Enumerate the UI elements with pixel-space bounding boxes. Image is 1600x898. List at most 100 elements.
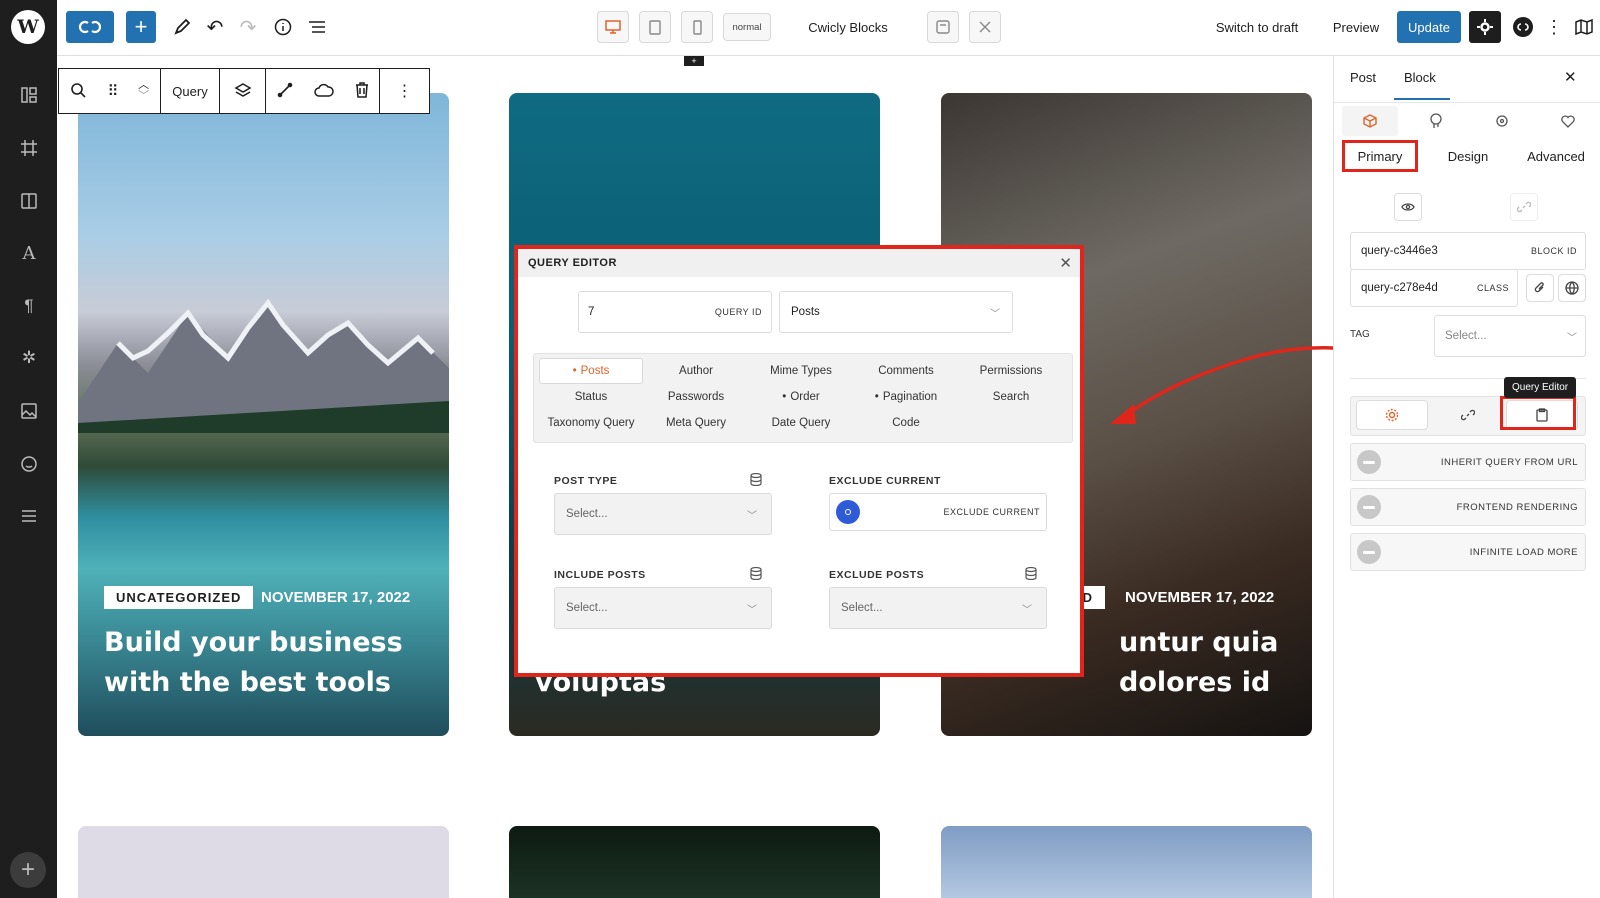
modal-header: QUERY EDITOR ✕ <box>518 249 1080 277</box>
tab-code[interactable]: Code <box>854 410 958 436</box>
toggle-knob-icon[interactable] <box>836 500 860 524</box>
info-icon[interactable] <box>268 12 298 42</box>
tab-author[interactable]: Author <box>644 358 748 384</box>
query-settings-gear-icon[interactable] <box>1356 400 1428 430</box>
typography-icon[interactable]: A <box>16 240 42 266</box>
redo-icon[interactable]: ↷ <box>233 12 263 42</box>
tab-block[interactable]: Block <box>1404 70 1436 85</box>
database-icon[interactable] <box>1025 567 1037 580</box>
device-mode-select[interactable]: normal <box>723 13 771 41</box>
mobile-view-button[interactable] <box>681 11 713 43</box>
class-field[interactable]: query-c278e4d CLASS <box>1350 269 1518 307</box>
tools-icon[interactable] <box>969 11 1001 43</box>
heart-icon[interactable] <box>1540 106 1596 136</box>
trash-icon[interactable] <box>355 81 369 101</box>
tab-status[interactable]: Status <box>539 384 643 410</box>
tab-pagination[interactable]: • Pagination <box>854 384 958 410</box>
frontend-rendering-toggle[interactable]: FRONTEND RENDERING <box>1350 488 1586 526</box>
paragraph-icon[interactable]: ¶ <box>16 293 42 319</box>
category-badge[interactable]: UNCATEGORIZED <box>104 586 254 609</box>
tab-search[interactable]: Search <box>959 384 1063 410</box>
smiley-icon[interactable] <box>16 451 42 477</box>
post-card-6[interactable] <box>941 826 1312 898</box>
switch-to-draft-button[interactable]: Switch to draft <box>1197 12 1317 42</box>
preview-button[interactable]: Preview <box>1323 12 1389 42</box>
tab-post[interactable]: Post <box>1350 70 1376 85</box>
link-icon[interactable] <box>1510 193 1538 221</box>
cwicly-logo-button[interactable] <box>66 11 114 43</box>
brain-icon[interactable] <box>1408 106 1464 136</box>
more-options-icon[interactable]: ⋮ <box>1542 12 1566 42</box>
globe-icon[interactable] <box>1558 274 1586 302</box>
tab-date-query[interactable]: Date Query <box>749 410 853 436</box>
block-id-field[interactable]: query-c3446e3 BLOCK ID <box>1350 232 1586 270</box>
close-icon[interactable]: ✕ <box>1564 68 1577 86</box>
post-card-5[interactable] <box>509 826 880 898</box>
menu-lines-icon[interactable] <box>16 503 42 529</box>
tab-mime-types[interactable]: Mime Types <box>749 358 853 384</box>
target-icon[interactable] <box>1474 106 1530 136</box>
cloud-icon[interactable] <box>313 83 334 100</box>
columns-icon[interactable] <box>16 188 42 214</box>
plugin-name: Cwicly Blocks <box>808 19 888 35</box>
cwicly-panel-icon[interactable] <box>1508 12 1538 42</box>
toggle-off-icon[interactable] <box>1357 450 1381 474</box>
post-type-select[interactable]: Select... ﹀ <box>554 493 772 535</box>
list-view-icon[interactable] <box>302 12 332 42</box>
subtab-design[interactable]: Design <box>1432 140 1504 172</box>
add-icon[interactable]: + <box>10 852 46 888</box>
post-title[interactable]: untur quia dolores id <box>1119 623 1309 703</box>
desktop-view-button[interactable] <box>597 11 629 43</box>
query-link-icon[interactable] <box>1444 400 1492 430</box>
tab-taxonomy-query[interactable]: Taxonomy Query <box>539 410 643 436</box>
link-icon[interactable] <box>277 82 293 101</box>
block-settings-icon[interactable] <box>1342 106 1398 136</box>
query-block-label[interactable]: Query <box>161 69 220 113</box>
post-source-select[interactable]: Posts ﹀ <box>779 291 1013 333</box>
more-options-icon[interactable]: ⋮ <box>380 69 429 113</box>
settings-gear-icon[interactable] <box>1469 11 1501 43</box>
database-icon[interactable] <box>750 473 762 486</box>
sparkle-icon[interactable]: ✲ <box>16 345 42 371</box>
attachment-icon[interactable] <box>1526 274 1554 302</box>
tab-passwords[interactable]: Passwords <box>644 384 748 410</box>
frame-icon[interactable] <box>16 135 42 161</box>
block-inserter-marker[interactable]: + <box>684 56 704 66</box>
template-icon[interactable] <box>927 11 959 43</box>
update-button[interactable]: Update <box>1397 11 1461 43</box>
blocks-grid-icon[interactable] <box>16 82 42 108</box>
exclude-current-toggle[interactable]: EXCLUDE CURRENT <box>829 493 1047 531</box>
move-arrows-icon[interactable]: ︿ ﹀ <box>138 80 149 102</box>
edit-pencil-icon[interactable] <box>167 12 197 42</box>
tab-comments[interactable]: Comments <box>854 358 958 384</box>
inherit-query-toggle[interactable]: INHERIT QUERY FROM URL <box>1350 443 1586 481</box>
close-icon[interactable]: ✕ <box>1059 254 1072 272</box>
query-id-field[interactable]: 7 QUERY ID <box>578 291 772 333</box>
wordpress-logo-icon[interactable]: W <box>11 10 45 44</box>
post-title[interactable]: Build your business with the best tools <box>104 623 434 703</box>
tab-permissions[interactable]: Permissions <box>959 358 1063 384</box>
database-icon[interactable] <box>750 567 762 580</box>
toggle-off-icon[interactable] <box>1357 495 1381 519</box>
image-icon[interactable] <box>16 398 42 424</box>
undo-icon[interactable]: ↶ <box>200 12 230 42</box>
mountain-image <box>78 298 449 433</box>
tab-meta-query[interactable]: Meta Query <box>644 410 748 436</box>
drag-handle-icon[interactable]: ⠿ <box>107 82 118 100</box>
search-icon[interactable] <box>70 82 86 101</box>
map-icon[interactable] <box>1570 12 1598 42</box>
post-card-1[interactable]: UNCATEGORIZED NOVEMBER 17, 2022 Build yo… <box>78 93 449 736</box>
include-posts-select[interactable]: Select... ﹀ <box>554 587 772 629</box>
visibility-eye-icon[interactable] <box>1394 193 1422 221</box>
inserter-toggle-button[interactable]: + <box>126 11 156 43</box>
subtab-advanced[interactable]: Advanced <box>1516 140 1596 172</box>
toggle-off-icon[interactable] <box>1357 540 1381 564</box>
tablet-view-button[interactable] <box>639 11 671 43</box>
post-card-4[interactable] <box>78 826 449 898</box>
tag-select[interactable]: Select... ﹀ <box>1434 315 1586 357</box>
infinite-load-toggle[interactable]: INFINITE LOAD MORE <box>1350 533 1586 571</box>
exclude-posts-select[interactable]: Select... ﹀ <box>829 587 1047 629</box>
layers-icon[interactable] <box>220 69 266 113</box>
tab-order[interactable]: • Order <box>749 384 853 410</box>
tab-posts[interactable]: • Posts <box>539 358 643 384</box>
